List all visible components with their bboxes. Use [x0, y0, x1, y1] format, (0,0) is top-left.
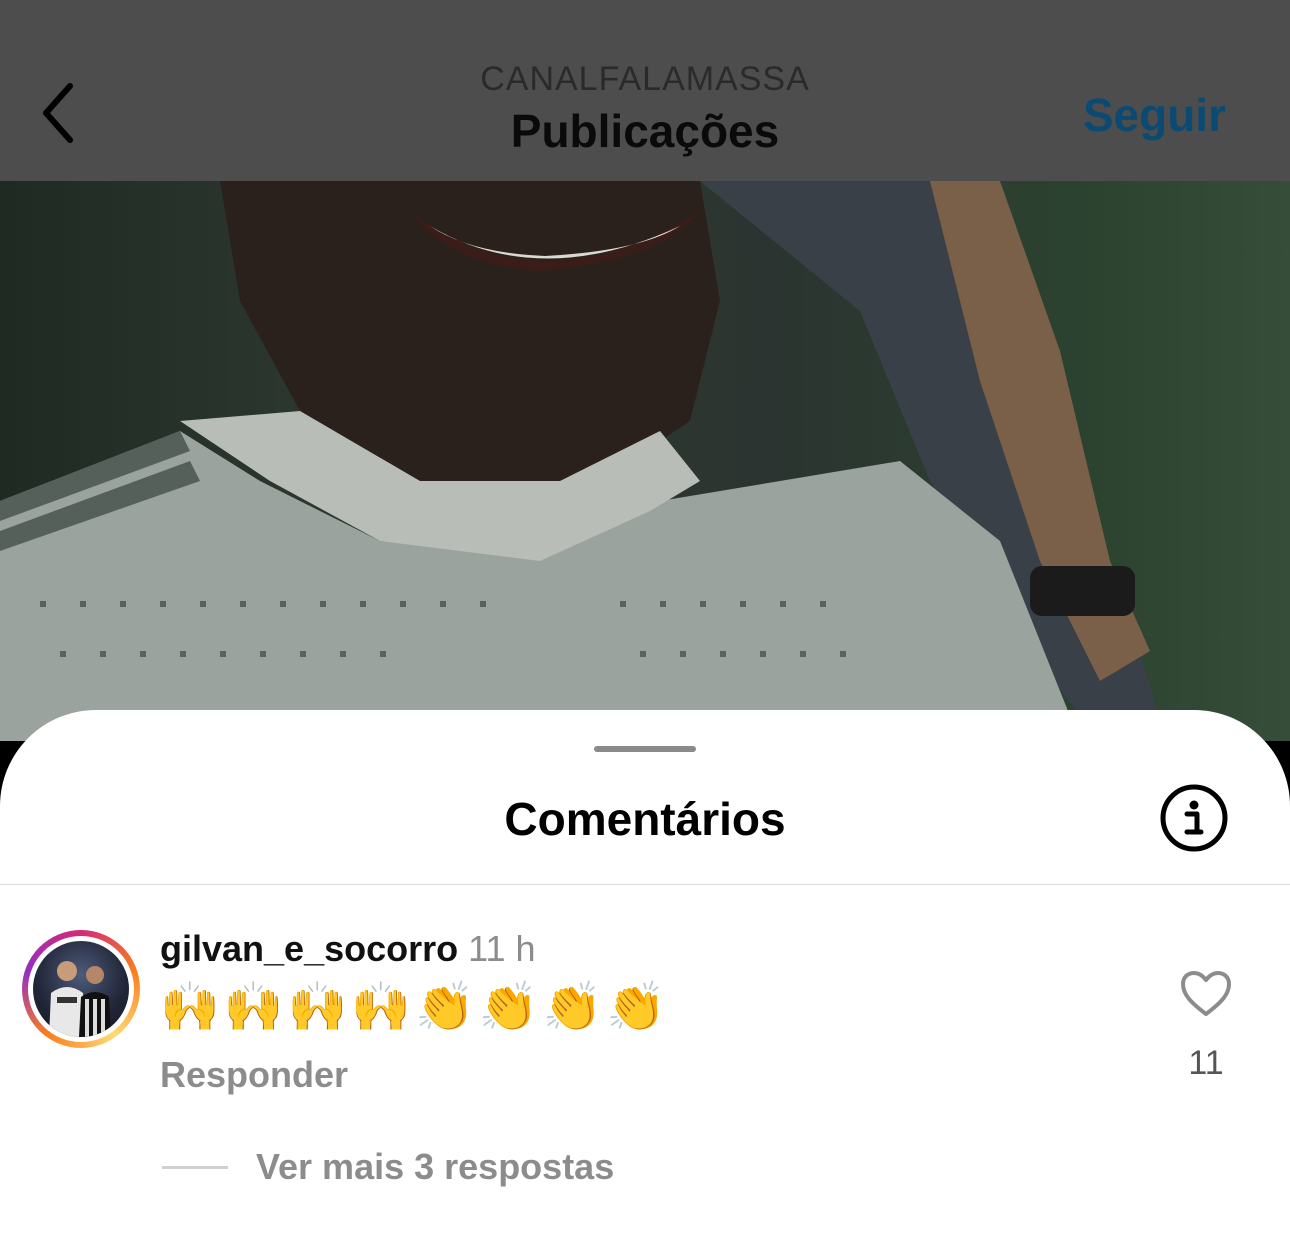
avatar-photo [33, 941, 129, 1037]
info-icon [1160, 784, 1228, 852]
view-more-replies-button[interactable]: Ver mais 3 respostas [256, 1146, 614, 1188]
comment-text: 🙌🙌🙌🙌👏👏👏👏 [160, 981, 671, 1034]
comments-sheet: Comentários gilvan_e_socorro 11 h 🙌🙌🙌🙌👏👏… [0, 710, 1290, 1233]
sheet-drag-handle[interactable] [594, 746, 696, 752]
comment-username[interactable]: gilvan_e_socorro [160, 928, 458, 969]
divider [0, 884, 1290, 885]
comment-timestamp: 11 h [468, 928, 536, 969]
avatar[interactable] [22, 930, 140, 1048]
like-button[interactable] [1180, 970, 1232, 1018]
top-bar: CANALFALAMASSA Publicações Seguir [0, 0, 1290, 181]
heart-icon [1181, 971, 1231, 1016]
post-photo-illustration [0, 181, 1160, 741]
comments-title: Comentários [504, 793, 786, 845]
like-count: 11 [1188, 1044, 1224, 1082]
follow-button[interactable]: Seguir [1083, 88, 1226, 142]
post-image[interactable] [0, 181, 1290, 741]
info-button[interactable] [1160, 784, 1228, 852]
reply-button[interactable]: Responder [160, 1054, 348, 1096]
replies-divider-line [162, 1166, 228, 1169]
comment-header: gilvan_e_socorro 11 h [160, 928, 536, 970]
